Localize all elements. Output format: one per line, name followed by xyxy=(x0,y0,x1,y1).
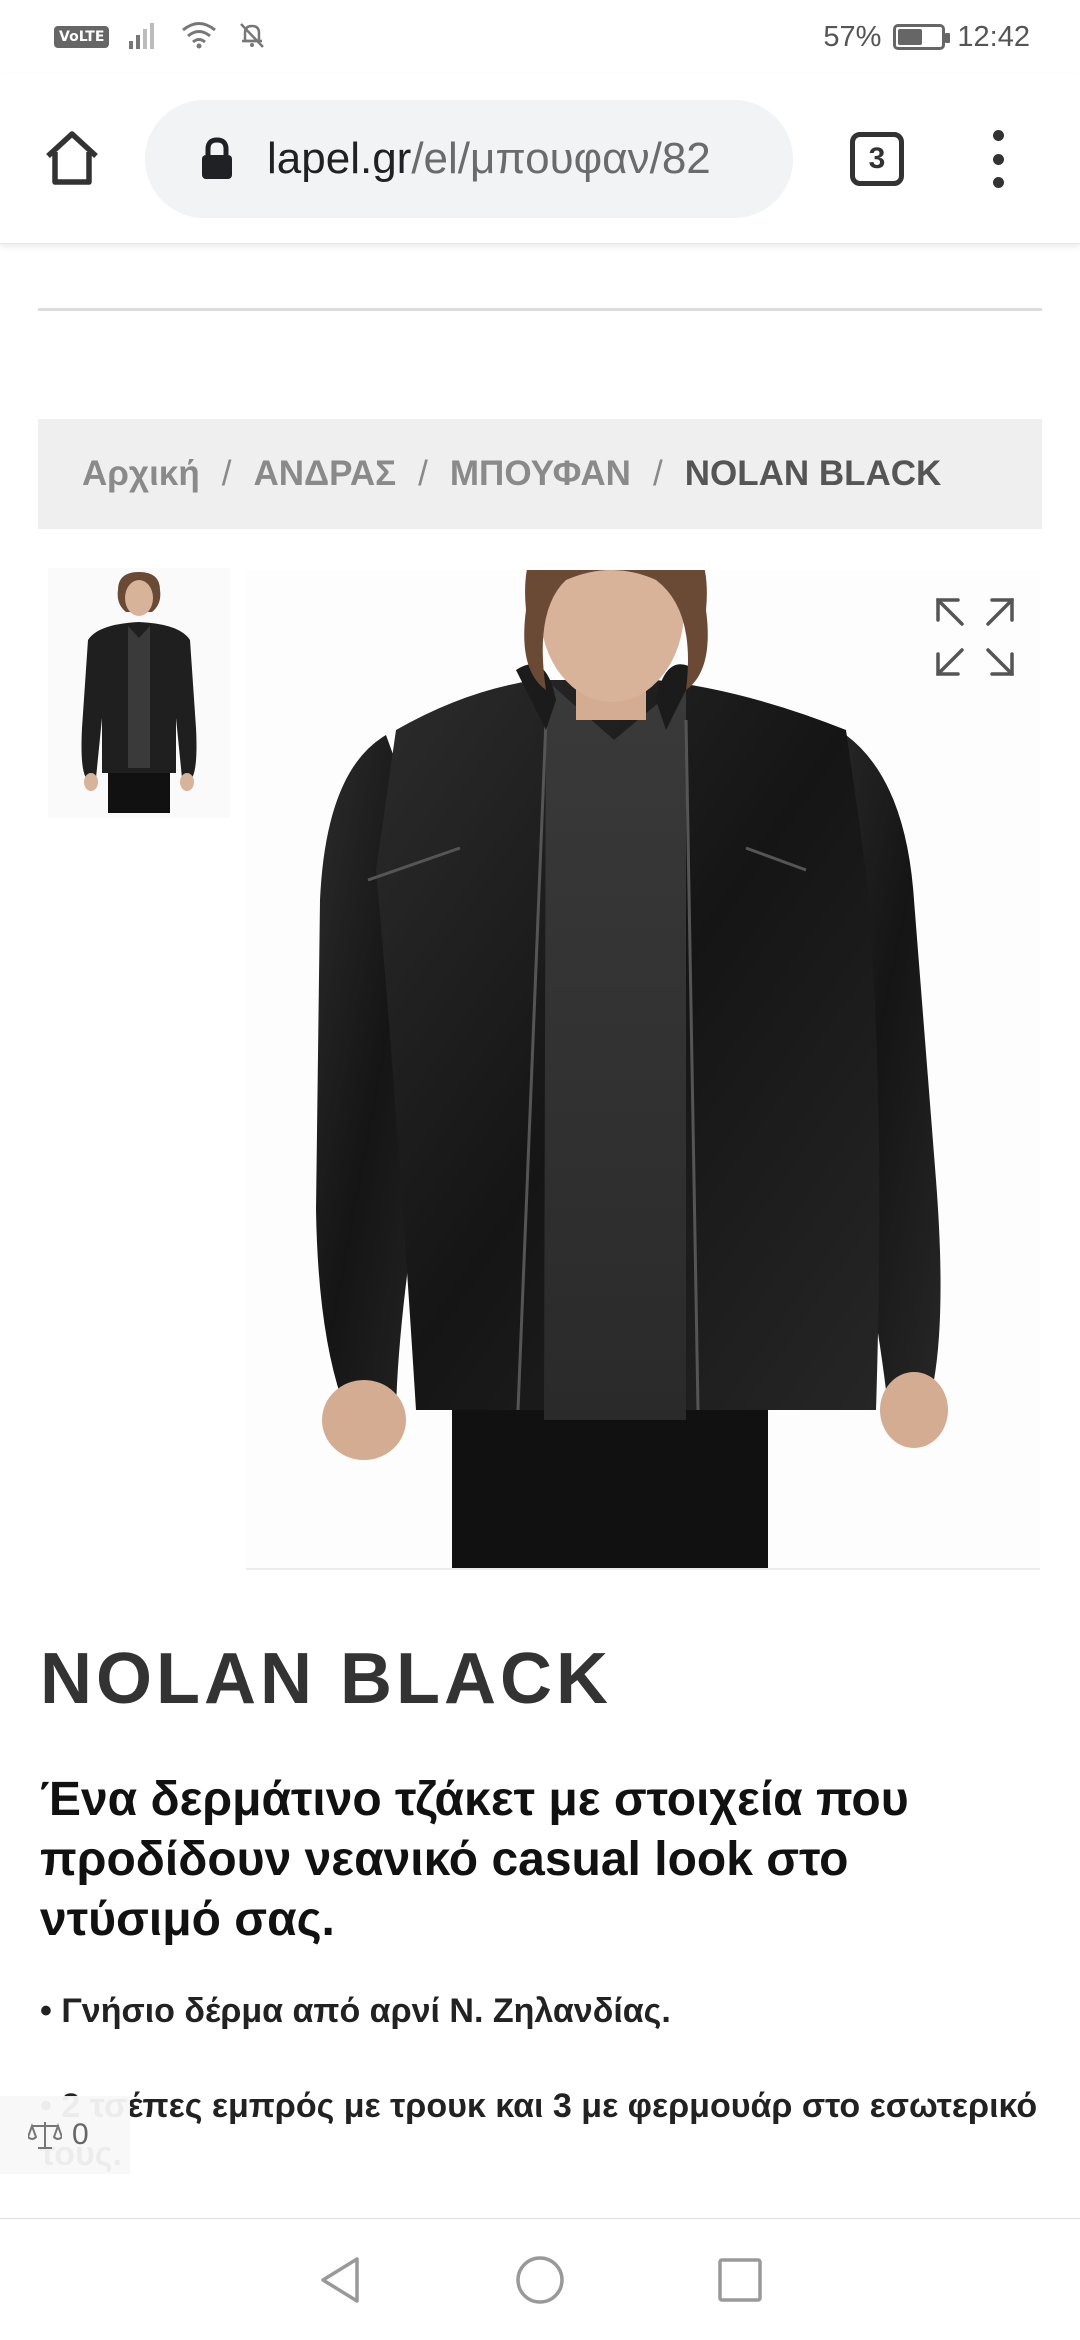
breadcrumb: Αρχική / ΑΝΔΡΑΣ / ΜΠΟΥΦΑΝ / NOLAN BLACK xyxy=(38,419,1042,529)
home-button[interactable] xyxy=(40,126,104,190)
back-triangle-icon xyxy=(321,2256,359,2303)
status-left: VoLTE xyxy=(54,20,267,55)
url-text: lapel.gr/el/μπουφαν/82 xyxy=(267,134,711,184)
status-bar: VoLTE 57% 12:42 xyxy=(0,0,1080,74)
address-bar[interactable]: lapel.gr/el/μπουφαν/82 xyxy=(145,100,793,218)
lock-icon xyxy=(197,135,237,183)
system-nav-bar xyxy=(0,2218,1080,2340)
url-domain: lapel.gr xyxy=(267,134,412,183)
signal-icon xyxy=(129,21,161,54)
compare-count: 0 xyxy=(72,2118,89,2151)
breadcrumb-men[interactable]: ΑΝΔΡΑΣ xyxy=(253,454,396,494)
feature-bullet: • 2 τσέπες εμπρός με τρουκ και 3 με φερμ… xyxy=(40,2087,1038,2173)
header-divider xyxy=(38,308,1042,311)
scale-icon xyxy=(28,2122,62,2149)
tab-switcher-button[interactable]: 3 xyxy=(850,132,904,186)
breadcrumb-separator: / xyxy=(652,454,663,493)
fullscreen-icon[interactable] xyxy=(932,594,1018,680)
breadcrumb-jackets[interactable]: ΜΠΟΥΦΑΝ xyxy=(450,454,631,494)
compare-button[interactable]: 0 xyxy=(0,2096,130,2174)
breadcrumb-separator: / xyxy=(221,454,232,493)
wifi-icon xyxy=(181,21,217,54)
browser-toolbar: lapel.gr/el/μπουφαν/82 3 xyxy=(0,74,1080,244)
product-description: Ένα δερμάτινο τζάκετ με στοιχεία που προ… xyxy=(40,1773,909,1946)
recents-square-icon xyxy=(718,2257,762,2302)
mute-bell-icon xyxy=(237,20,267,55)
home-circle-icon xyxy=(516,2255,564,2304)
breadcrumb-current: NOLAN BLACK xyxy=(684,454,942,493)
product-main-image[interactable] xyxy=(246,570,1040,1568)
home-nav-button[interactable] xyxy=(510,2250,570,2310)
tab-count: 3 xyxy=(868,142,886,175)
product-thumbnail[interactable] xyxy=(48,568,230,818)
home-icon xyxy=(46,131,98,185)
battery-percent: 57% xyxy=(823,20,882,53)
status-right: 57% 12:42 xyxy=(823,21,1030,54)
feature-bullet: • Γνήσιο δέρμα από αρνί Ν. Ζηλανδίας. xyxy=(40,1992,671,2030)
recents-button[interactable] xyxy=(710,2250,770,2310)
product-title: NOLAN BLACK xyxy=(40,1639,612,1719)
battery-icon xyxy=(893,24,951,50)
more-vert-icon[interactable] xyxy=(978,124,1018,194)
url-path: /el/μπουφαν/82 xyxy=(411,134,711,183)
breadcrumb-separator: / xyxy=(418,454,428,493)
back-button[interactable] xyxy=(310,2250,370,2310)
breadcrumb-home[interactable]: Αρχική xyxy=(82,454,200,494)
volte-badge: VoLTE xyxy=(54,26,110,48)
battery-fill xyxy=(898,29,923,45)
image-divider xyxy=(246,1568,1040,1570)
clock: 12:42 xyxy=(957,20,1030,53)
